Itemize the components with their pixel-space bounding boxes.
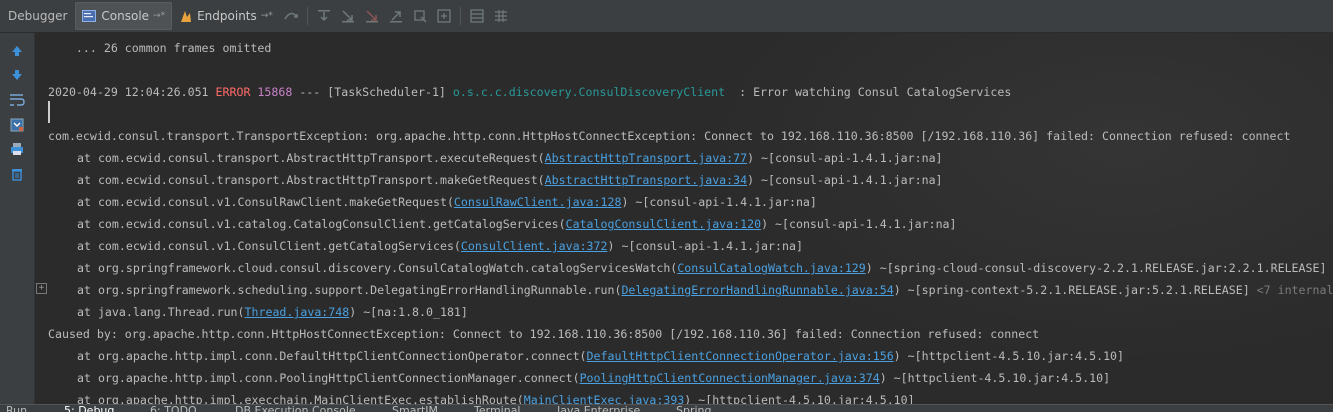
- stack-frame: at com.ecwid.consul.transport.AbstractHt…: [48, 172, 943, 188]
- step-into-icon[interactable]: [312, 4, 336, 28]
- console-gutter: [0, 33, 35, 404]
- run-to-cursor-icon[interactable]: [408, 4, 432, 28]
- text-caret: [48, 101, 50, 123]
- stack-frame: at java.lang.Thread.run(Thread.java:748)…: [48, 304, 468, 320]
- trash-icon[interactable]: [7, 164, 27, 184]
- source-link[interactable]: ConsulClient.java:372: [461, 239, 608, 253]
- frame-jar: ) ~[httpclient-4.5.10.jar:4.5.10]: [893, 349, 1125, 363]
- threads-icon[interactable]: [489, 4, 513, 28]
- tool-spring[interactable]: Spring: [676, 405, 712, 412]
- tab-endpoints-label: Endpoints: [197, 9, 257, 23]
- pin-icon[interactable]: →*: [153, 11, 165, 21]
- source-link[interactable]: ConsulRawClient.java:128: [454, 195, 622, 209]
- tool-db-console[interactable]: DB Execution Console: [235, 405, 356, 412]
- expand-icon[interactable]: +: [36, 283, 47, 294]
- tool-smartim[interactable]: SmartIM: [392, 405, 438, 412]
- frame-method: at com.ecwid.consul.transport.AbstractHt…: [77, 151, 545, 165]
- source-link[interactable]: DefaultHttpClientConnectionOperator.java…: [587, 349, 894, 363]
- frame-jar: ) ~[consul-api-1.4.1.jar:na]: [747, 173, 943, 187]
- frame-jar: ) ~[consul-api-1.4.1.jar:na]: [747, 151, 943, 165]
- frame-method: at com.ecwid.consul.transport.AbstractHt…: [77, 173, 545, 187]
- internal-frames-fold[interactable]: <7 internal: [1250, 283, 1333, 297]
- source-link[interactable]: DelegatingErrorHandlingRunnable.java:54: [621, 283, 893, 297]
- tool-terminal[interactable]: Terminal: [474, 405, 521, 412]
- frame-method: at org.apache.http.impl.conn.PoolingHttp…: [77, 371, 580, 385]
- exception-line: com.ecwid.consul.transport.TransportExce…: [48, 129, 1291, 143]
- stack-frame: at com.ecwid.consul.v1.ConsulRawClient.m…: [48, 194, 817, 210]
- stack-frame: at org.apache.http.impl.conn.DefaultHttp…: [48, 348, 1124, 364]
- frame-method: at org.springframework.scheduling.suppor…: [77, 283, 622, 297]
- stack-frame: at org.springframework.cloud.consul.disc…: [48, 260, 1326, 276]
- tool-run[interactable]: Run: [6, 405, 27, 412]
- toolbar-separator: [306, 7, 308, 25]
- step-out-icon[interactable]: [360, 4, 384, 28]
- frame-method: at com.ecwid.consul.v1.catalog.CatalogCo…: [77, 217, 566, 231]
- frame-jar: ) ~[httpclient-4.5.10.jar:4.5.10]: [879, 371, 1111, 385]
- down-arrow-icon[interactable]: [7, 65, 27, 85]
- log-line: 2020-04-29 12:04:26.051 ERROR 15868 --- …: [48, 84, 1011, 100]
- frame-jar: ) ~[na:1.8.0_181]: [349, 305, 468, 319]
- frame-method: at com.ecwid.consul.v1.ConsulRawClient.m…: [77, 195, 454, 209]
- source-link[interactable]: AbstractHttpTransport.java:77: [545, 151, 747, 165]
- scroll-to-end-icon[interactable]: [7, 115, 27, 135]
- print-icon[interactable]: [7, 139, 27, 159]
- tool-debug[interactable]: 5: Debug: [64, 405, 114, 412]
- tab-console[interactable]: Console →*: [75, 2, 173, 30]
- step-over-icon[interactable]: [279, 4, 303, 28]
- log-timestamp: 2020-04-29 12:04:26.051: [48, 85, 209, 99]
- stack-frame: at org.apache.http.impl.conn.PoolingHttp…: [48, 370, 1110, 386]
- log-message: : Error watching Consul CatalogServices: [739, 85, 1012, 99]
- stack-frame: at org.springframework.scheduling.suppor…: [48, 282, 1333, 298]
- frame-jar: ) ~[consul-api-1.4.1.jar:na]: [761, 217, 957, 231]
- tab-console-label: Console: [101, 9, 150, 23]
- frame-method: at java.lang.Thread.run(: [77, 305, 245, 319]
- pin-icon[interactable]: →*: [261, 11, 273, 21]
- stack-frame: at com.ecwid.consul.transport.AbstractHt…: [48, 150, 943, 166]
- frame-jar: ) ~[spring-cloud-consul-discovery-2.2.1.…: [865, 261, 1327, 275]
- up-arrow-icon[interactable]: [7, 41, 27, 61]
- log-logger: o.s.c.c.discovery.ConsulDiscoveryClient: [452, 85, 726, 99]
- debug-toolbar: Debugger Console →* Endpoints →*: [0, 0, 1333, 33]
- frame-jar: ) ~[consul-api-1.4.1.jar:na]: [607, 239, 803, 253]
- drop-frame-icon[interactable]: [384, 4, 408, 28]
- log-pid: 15868: [257, 85, 293, 99]
- toolbar-separator: [459, 7, 461, 25]
- frame-method: at org.springframework.cloud.consul.disc…: [77, 261, 678, 275]
- log-separator: ---: [299, 85, 321, 99]
- source-link[interactable]: PoolingHttpClientConnectionManager.java:…: [580, 371, 880, 385]
- frame-jar: ) ~[spring-context-5.2.1.RELEASE.jar:5.2…: [893, 283, 1250, 297]
- source-link[interactable]: CatalogConsulClient.java:120: [566, 217, 761, 231]
- tab-endpoints[interactable]: Endpoints →*: [174, 3, 279, 29]
- source-link[interactable]: AbstractHttpTransport.java:34: [545, 173, 747, 187]
- source-link[interactable]: Thread.java:748: [245, 305, 350, 319]
- frame-method: at org.apache.http.impl.execchain.MainCl…: [77, 393, 524, 404]
- tool-java-enterprise[interactable]: Java Enterprise: [557, 405, 640, 412]
- frames-icon[interactable]: [465, 4, 489, 28]
- source-link[interactable]: ConsulCatalogWatch.java:129: [677, 261, 865, 275]
- stack-frame: at org.apache.http.impl.execchain.MainCl…: [48, 392, 915, 404]
- force-step-into-icon[interactable]: [336, 4, 360, 28]
- tool-todo[interactable]: 6: TODO: [150, 405, 197, 412]
- frame-jar: ) ~[httpclient-4.5.10.jar:4.5.10]: [684, 393, 915, 404]
- soft-wrap-icon[interactable]: [7, 90, 27, 110]
- evaluate-icon[interactable]: [432, 4, 456, 28]
- console-output[interactable]: ... 26 common frames omitted 2020-04-29 …: [35, 33, 1333, 404]
- debug-tool-window: Debugger Console →* Endpoints →* ... 26 …: [0, 0, 1333, 412]
- console-icon: [82, 10, 97, 22]
- console-line: ... 26 common frames omitted: [48, 41, 272, 55]
- frame-jar: ) ~[consul-api-1.4.1.jar:na]: [621, 195, 817, 209]
- endpoints-icon: [180, 9, 192, 23]
- frame-method: at com.ecwid.consul.v1.ConsulClient.getC…: [77, 239, 461, 253]
- source-link[interactable]: MainClientExec.java:393: [524, 393, 685, 404]
- log-level: ERROR: [215, 85, 251, 99]
- stack-frame: at com.ecwid.consul.v1.catalog.CatalogCo…: [48, 216, 957, 232]
- tool-window-bar: Run 5: Debug 6: TODO DB Execution Consol…: [0, 404, 1333, 412]
- frame-method: at org.apache.http.impl.conn.DefaultHttp…: [77, 349, 587, 363]
- stack-frame: at com.ecwid.consul.v1.ConsulClient.getC…: [48, 238, 803, 254]
- caused-by-line: Caused by: org.apache.http.conn.HttpHost…: [48, 327, 1040, 341]
- log-thread: [TaskScheduler-1]: [327, 85, 446, 99]
- debugger-tab[interactable]: Debugger: [0, 0, 73, 32]
